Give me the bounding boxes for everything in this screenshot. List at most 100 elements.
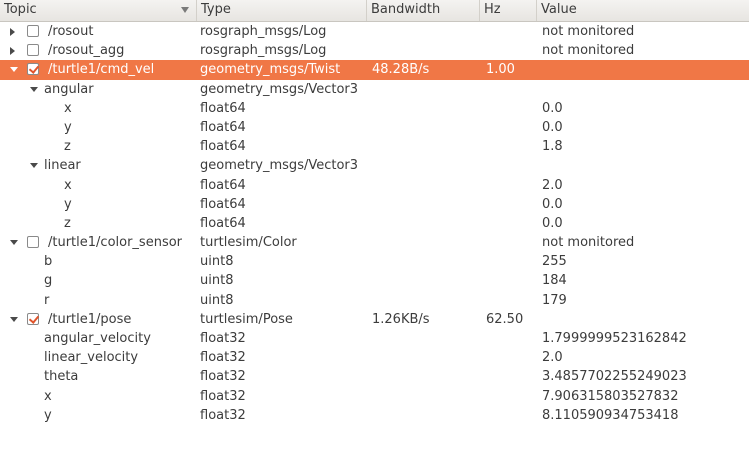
topic-cell: angular_velocity xyxy=(44,331,151,346)
value-cell: not monitored xyxy=(542,235,635,251)
column-header-topic[interactable]: Topic xyxy=(0,0,197,21)
tree-row[interactable]: y float64 0.0 xyxy=(0,118,749,137)
topic-cell: r xyxy=(44,292,50,308)
type-cell: rosgraph_msgs/Log xyxy=(200,24,327,39)
tree-row[interactable]: angular_velocity float32 1.799999952316284… xyxy=(0,329,749,348)
topic-cell: b xyxy=(44,254,53,270)
topic-cell: linear xyxy=(44,158,81,174)
tree-row[interactable]: z float64 0.0 xyxy=(0,214,749,233)
value-cell: not monitored xyxy=(542,43,635,59)
bandwidth-cell: 48.28B/s xyxy=(372,62,430,78)
value-cell: 0.0 xyxy=(542,196,563,212)
value-cell: 3.4857702255249023 xyxy=(542,369,687,385)
tree-row[interactable]: /rosout_agg rosgraph_msgs/Log not monitore… xyxy=(0,41,749,60)
column-header-topic-label: Topic xyxy=(4,2,37,17)
column-header-type-label: Type xyxy=(201,2,231,17)
column-header-bandwidth[interactable]: Bandwidth xyxy=(367,0,480,21)
type-cell: float64 xyxy=(200,100,246,116)
topic-cell: z xyxy=(64,139,71,155)
type-cell: float32 xyxy=(200,369,246,385)
tree-row[interactable]: x float64 2.0 xyxy=(0,176,749,195)
sort-descending-icon[interactable] xyxy=(181,7,189,13)
chevron-down-icon[interactable] xyxy=(10,316,18,322)
type-cell: float32 xyxy=(200,331,246,346)
chevron-down-icon[interactable] xyxy=(30,86,38,92)
column-header-type[interactable]: Type xyxy=(197,0,367,21)
tree-row[interactable]: x float32 7.906315803527832 xyxy=(0,387,749,406)
type-cell: turtlesim/Color xyxy=(200,235,297,251)
value-cell: 0.0 xyxy=(542,215,563,231)
topic-cell: /rosout xyxy=(48,24,94,39)
tree-row[interactable]: z float64 1.8 xyxy=(0,137,749,156)
tree-row[interactable]: linear_velocity float32 2.0 xyxy=(0,348,749,367)
chevron-down-icon[interactable] xyxy=(10,67,18,73)
tree-row[interactable]: linear geometry_msgs/Vector3 xyxy=(0,156,749,175)
value-cell: 255 xyxy=(542,254,567,270)
value-cell: 7.906315803527832 xyxy=(542,388,679,404)
tree-row[interactable]: y float64 0.0 xyxy=(0,195,749,214)
value-cell: 0.0 xyxy=(542,100,563,116)
value-cell: 1.8 xyxy=(542,139,563,155)
topic-cell: z xyxy=(64,215,71,231)
monitor-checkbox[interactable] xyxy=(27,63,39,76)
chevron-right-icon[interactable] xyxy=(10,28,15,36)
column-header-bandwidth-label: Bandwidth xyxy=(371,2,441,17)
value-cell: 1.7999999523162842 xyxy=(542,331,687,346)
column-header-hz[interactable]: Hz xyxy=(480,0,537,21)
topic-cell: y xyxy=(64,119,72,135)
topic-cell: g xyxy=(44,273,53,289)
hz-cell: 62.50 xyxy=(486,311,524,327)
type-cell: float64 xyxy=(200,177,246,193)
type-cell: float64 xyxy=(200,215,246,231)
topic-cell: y xyxy=(44,407,52,423)
topic-cell: x xyxy=(64,100,72,116)
type-cell: float32 xyxy=(200,407,246,423)
tree-row[interactable]: /rosout rosgraph_msgs/Log not monitored xyxy=(0,22,749,41)
monitor-checkbox[interactable] xyxy=(27,312,39,325)
hz-cell: 1.00 xyxy=(486,62,515,78)
column-header-value-label: Value xyxy=(541,2,577,17)
topic-cell: theta xyxy=(44,369,79,385)
monitor-checkbox[interactable] xyxy=(27,25,39,37)
tree-row[interactable]: /turtle1/cmd_vel geometry_msgs/Twist 48.28… xyxy=(0,60,749,80)
chevron-down-icon[interactable] xyxy=(30,163,38,169)
topic-tree: /rosout rosgraph_msgs/Lognot monitored/ro… xyxy=(0,22,749,425)
type-cell: geometry_msgs/Vector3 xyxy=(200,158,359,174)
type-cell: uint8 xyxy=(200,273,234,289)
tree-row[interactable]: r uint8 179 xyxy=(0,291,749,310)
column-header-hz-label: Hz xyxy=(484,2,501,17)
monitor-checkbox[interactable] xyxy=(27,44,39,57)
value-cell: 184 xyxy=(542,273,567,289)
table-header: Topic Type Bandwidth Hz Value xyxy=(0,0,749,22)
type-cell: uint8 xyxy=(200,254,234,270)
topic-cell: x xyxy=(64,177,72,193)
type-cell: geometry_msgs/Vector3 xyxy=(200,81,359,97)
topic-cell: x xyxy=(44,388,52,404)
value-cell: 0.0 xyxy=(542,119,563,135)
topic-cell: linear_velocity xyxy=(44,350,139,366)
tree-row[interactable]: b uint8 255 xyxy=(0,252,749,271)
chevron-right-icon[interactable] xyxy=(10,47,15,56)
tree-row[interactable]: y float32 8.110590934753418 xyxy=(0,406,749,425)
topic-cell: /turtle1/color_sensor xyxy=(48,235,183,251)
topic-cell: /turtle1/pose xyxy=(48,311,132,327)
tree-row[interactable]: /turtle1/pose turtlesim/Pose 1.26KB/s 62.50 xyxy=(0,310,749,329)
topic-cell: y xyxy=(64,196,72,212)
chevron-down-icon[interactable] xyxy=(10,240,18,246)
bandwidth-cell: 1.26KB/s xyxy=(372,311,430,327)
topic-cell: angular xyxy=(44,81,94,97)
type-cell: float32 xyxy=(200,350,246,366)
tree-row[interactable]: x float64 0.0 xyxy=(0,99,749,118)
value-cell: 2.0 xyxy=(542,350,563,366)
tree-row[interactable]: angular geometry_msgs/Vector3 xyxy=(0,80,749,99)
tree-row[interactable]: theta float32 3.4857702255249023 xyxy=(0,367,749,386)
monitor-checkbox[interactable] xyxy=(27,236,39,249)
value-cell: 179 xyxy=(542,292,567,308)
tree-row[interactable]: g uint8 184 xyxy=(0,271,749,290)
topic-cell: /turtle1/cmd_vel xyxy=(48,62,155,78)
column-header-value[interactable]: Value xyxy=(537,0,749,21)
topic-cell: /rosout_agg xyxy=(48,43,125,59)
tree-row[interactable]: /turtle1/color_sensor turtlesim/Color not … xyxy=(0,233,749,252)
type-cell: uint8 xyxy=(200,292,234,308)
value-cell: 8.110590934753418 xyxy=(542,407,679,423)
